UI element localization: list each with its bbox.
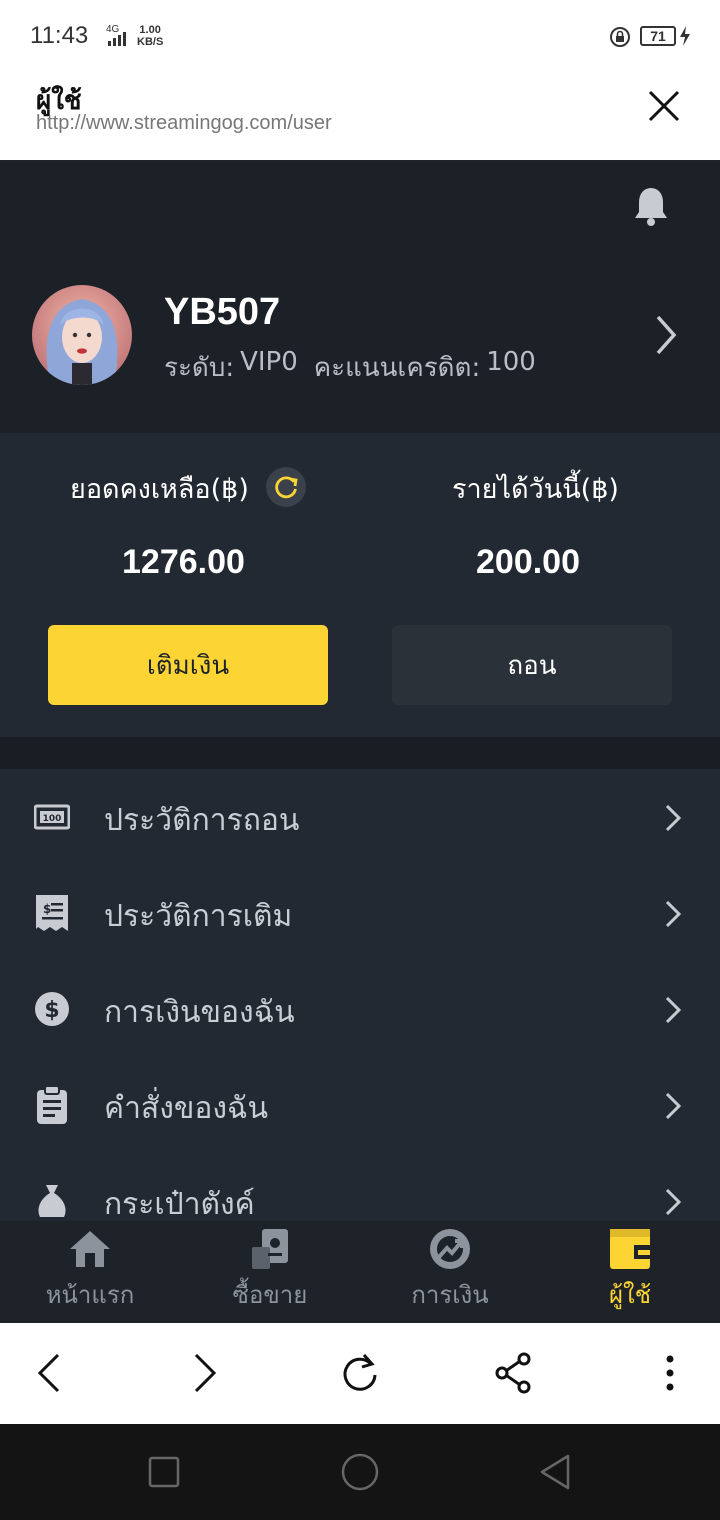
battery-indicator: 71 xyxy=(640,26,676,46)
speed-unit: KB/S xyxy=(137,36,164,48)
balance-value: 1276.00 xyxy=(122,543,245,581)
balance-label: ยอดคงเหลือ(฿) xyxy=(70,474,249,505)
receipt-icon: $ xyxy=(36,895,68,931)
income-value: 200.00 xyxy=(476,543,580,581)
menu-item-my-finance[interactable]: $ การเงินของฉัน xyxy=(0,961,720,1057)
dollar-circle-icon: $ xyxy=(35,992,69,1026)
level-label: ระดับ: xyxy=(164,353,235,383)
banknote-100-icon: 100 xyxy=(34,804,70,830)
more-icon[interactable] xyxy=(646,1349,694,1397)
menu-label: คำสั่งของฉัน xyxy=(104,1091,268,1126)
clipboard-icon xyxy=(37,1085,67,1124)
income-label: รายได้วันนี้(฿) xyxy=(452,474,619,505)
home-nav-icon[interactable] xyxy=(340,1452,380,1492)
menu-item-wallet[interactable]: กระเป๋าตังค์ xyxy=(0,1153,720,1221)
user-meta: ระดับ: VIP0 คะแนนเครดิต: 100 xyxy=(164,347,536,388)
menu-label: ประวัติการถอน xyxy=(104,803,300,838)
bottom-tab-bar: หน้าแรก ซื้อขาย การเงิน ผู้ใช้ xyxy=(0,1221,720,1323)
menu-item-withdraw-history[interactable]: 100 ประวัติการถอน xyxy=(0,769,720,865)
chevron-right-icon xyxy=(665,996,682,1024)
refresh-icon xyxy=(275,476,298,499)
rotation-lock-icon xyxy=(610,27,630,47)
credit-label: คะแนนเครดิต: xyxy=(313,353,481,383)
back-icon[interactable] xyxy=(26,1349,74,1397)
svg-text:100: 100 xyxy=(43,814,62,824)
finance-icon xyxy=(430,1229,470,1269)
tab-label: ซื้อขาย xyxy=(232,1281,308,1309)
section-divider xyxy=(0,737,720,769)
chevron-right-icon xyxy=(665,1188,682,1216)
withdraw-button[interactable]: ถอน xyxy=(392,625,672,705)
forward-icon[interactable] xyxy=(180,1349,228,1397)
charging-icon xyxy=(680,26,690,46)
signal-icon xyxy=(108,32,126,46)
svg-text:$: $ xyxy=(43,902,51,916)
chevron-right-icon xyxy=(665,900,682,928)
menu-label: กระเป๋าตังค์ xyxy=(104,1187,255,1221)
tab-label: ผู้ใช้ xyxy=(608,1281,652,1309)
back-nav-icon[interactable] xyxy=(536,1452,576,1492)
close-icon[interactable] xyxy=(644,86,684,126)
menu-label: การเงินของฉัน xyxy=(104,995,295,1030)
tab-label: การเงิน xyxy=(411,1281,489,1309)
avatar[interactable] xyxy=(32,285,132,385)
page-url[interactable]: http://www.streamingog.com/user xyxy=(36,112,332,135)
chevron-right-icon xyxy=(665,1092,682,1120)
username: YB507 xyxy=(164,291,281,333)
chevron-right-icon[interactable] xyxy=(652,313,680,357)
refresh-button[interactable] xyxy=(266,467,306,507)
menu-item-deposit-history[interactable]: $ ประวัติการเติม xyxy=(0,865,720,961)
tab-trade[interactable]: ซื้อขาย xyxy=(180,1227,360,1323)
wallet-card: ยอดคงเหลือ(฿) รายได้วันนี้(฿) 1276.00 20… xyxy=(0,433,720,737)
bell-icon[interactable] xyxy=(632,185,670,227)
status-time: 11:43 xyxy=(30,22,89,49)
tab-user[interactable]: ผู้ใช้ xyxy=(540,1227,720,1323)
money-bag-icon xyxy=(38,1185,66,1217)
svg-text:$: $ xyxy=(44,998,59,1023)
speed-value: 1.00 xyxy=(139,24,161,36)
trade-icon xyxy=(252,1229,288,1269)
reload-icon[interactable] xyxy=(336,1349,384,1397)
menu-label: ประวัติการเติม xyxy=(104,899,293,934)
browser-toolbar xyxy=(0,1323,720,1424)
tab-finance[interactable]: การเงิน xyxy=(360,1227,540,1323)
profile-section: YB507 ระดับ: VIP0 คะแนนเครดิต: 100 xyxy=(0,163,720,433)
deposit-button[interactable]: เติมเงิน xyxy=(48,625,328,705)
credit-value: 100 xyxy=(486,347,536,377)
chevron-right-icon xyxy=(665,804,682,832)
home-icon xyxy=(70,1231,110,1267)
network-speed: 1.00 KB/S xyxy=(137,24,163,48)
tab-label: หน้าแรก xyxy=(45,1281,135,1309)
share-icon[interactable] xyxy=(490,1349,538,1397)
menu-item-my-orders[interactable]: คำสั่งของฉัน xyxy=(0,1057,720,1153)
level-value: VIP0 xyxy=(240,347,298,377)
wallet-icon xyxy=(610,1229,650,1269)
menu-list: 100 ประวัติการถอน $ ประวัติการเติม $ การ… xyxy=(0,769,720,1221)
tab-home[interactable]: หน้าแรก xyxy=(0,1227,180,1323)
system-nav-bar xyxy=(0,1424,720,1520)
browser-header: ผู้ใช้ http://www.streamingog.com/user xyxy=(0,72,720,160)
status-bar: 11:43 4G 1.00 KB/S 71 xyxy=(0,0,720,72)
recents-icon[interactable] xyxy=(144,1452,184,1492)
